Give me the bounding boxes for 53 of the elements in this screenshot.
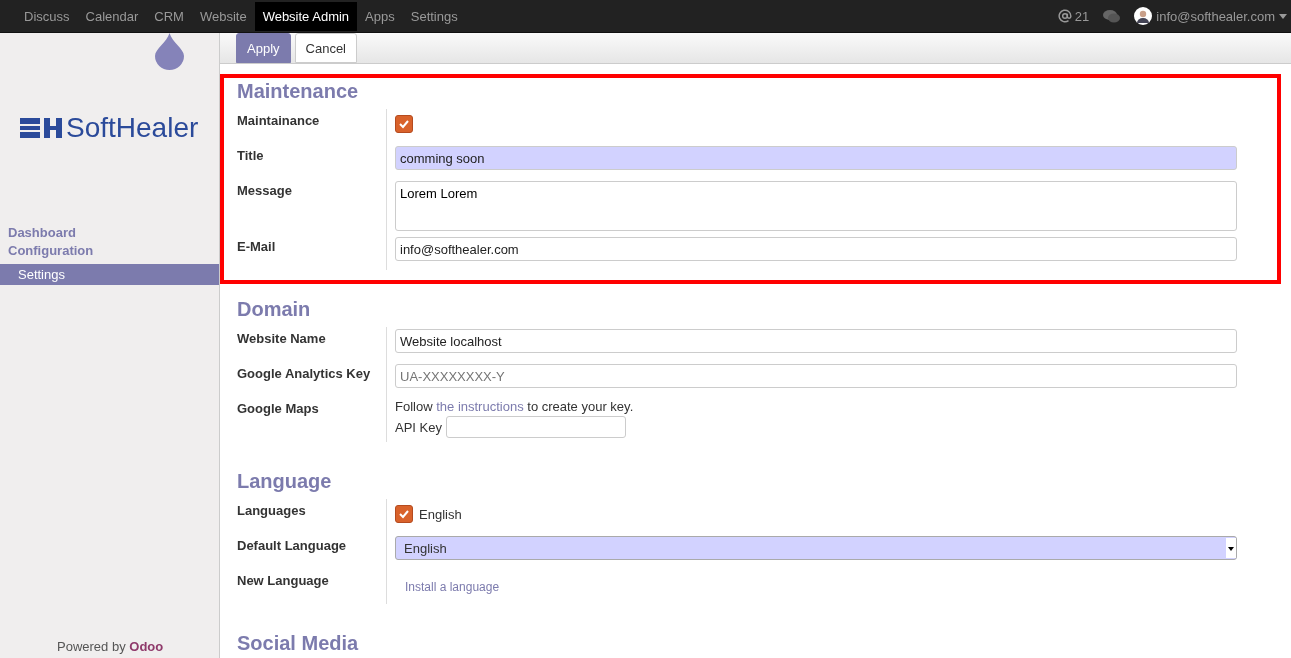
app-menu-item[interactable]: Calendar [77, 1, 147, 31]
cancel-button[interactable]: Cancel [294, 33, 357, 63]
section-title: Social Media [237, 632, 360, 655]
powered-by-text: Powered by Odoo [57, 639, 164, 654]
checkbox[interactable] [395, 505, 413, 523]
checkbox-label: English [419, 506, 462, 522]
chat-bubbles-icon[interactable] [1103, 9, 1121, 23]
input-field[interactable]: comming soon [395, 146, 1237, 170]
input-field[interactable]: info@softhealer.com [395, 237, 1237, 261]
api-key-field[interactable] [445, 416, 626, 438]
field-label: Default Language [237, 538, 347, 553]
app-menu-item[interactable]: Settings [402, 1, 466, 31]
user-menu[interactable]: info@softhealer.com [1156, 8, 1275, 24]
mention-count: 21 [1074, 8, 1090, 24]
sidebar-item[interactable]: Settings [0, 264, 219, 285]
input-field[interactable]: Website localhost [395, 329, 1237, 353]
api-key-label: API Key [395, 419, 442, 435]
section-title: Domain [237, 298, 312, 321]
checkmark-icon [398, 118, 410, 130]
drop-icon [155, 33, 184, 70]
checkbox[interactable] [395, 115, 413, 133]
company-logo: SoftHealer [20, 112, 219, 144]
app-menu-item[interactable]: Apps [357, 1, 403, 31]
field-label: Message [237, 183, 292, 198]
at-sign-icon[interactable] [1057, 9, 1072, 23]
field-label: New Language [237, 573, 329, 588]
checkmark-icon [398, 508, 410, 520]
install-language-link[interactable]: Install a language [405, 580, 500, 594]
message-field[interactable]: Lorem Lorem [395, 181, 1237, 231]
field-label: Languages [237, 503, 306, 518]
field-label: Maintainance [237, 113, 320, 128]
odoo-link[interactable]: Odoo [129, 639, 164, 654]
caret-icon[interactable] [1279, 13, 1287, 19]
field-label: E-Mail [237, 239, 276, 254]
field-label: Title [237, 148, 264, 163]
instructions-text: Follow the instructions to create your key. [395, 399, 635, 414]
app-menu-item[interactable]: Website [191, 1, 255, 31]
field-label: Website Name [237, 331, 326, 346]
app-menu-item[interactable]: Discuss [16, 1, 78, 31]
app-menu-item[interactable]: CRM [146, 1, 192, 31]
avatar-icon [1134, 7, 1153, 25]
section-title: Language [237, 470, 333, 493]
section-title: Maintenance [237, 80, 360, 103]
language-select[interactable]: English [395, 536, 1237, 560]
menu-section-title: Dashboard [8, 224, 77, 242]
field-label: Google Analytics Key [237, 366, 371, 381]
app-menu-item[interactable]: Website Admin [254, 1, 358, 31]
input-field[interactable]: UA-XXXXXXXX-Y [395, 364, 1237, 388]
instructions-link[interactable]: the instructions [436, 399, 524, 414]
menu-section-title: Configuration [8, 242, 95, 260]
caret-icon [1226, 538, 1236, 558]
apply-button[interactable]: Apply [236, 33, 291, 63]
field-label: Google Maps [237, 401, 319, 416]
